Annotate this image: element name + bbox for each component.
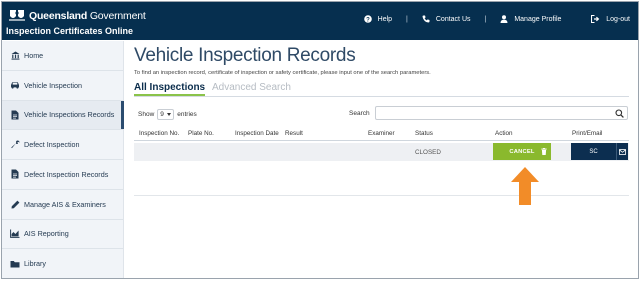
sidebar-item-library[interactable]: Library	[2, 249, 123, 278]
column-result[interactable]: Result	[285, 130, 303, 137]
sidebar-item-ais-reporting[interactable]: AIS Reporting	[2, 220, 123, 250]
cancel-button-label: CANCEL	[509, 148, 535, 155]
column-print-email: Print/Email	[572, 130, 603, 137]
phone-icon	[422, 15, 430, 23]
table-header: Inspection No. Plate No. Inspection Date…	[134, 127, 629, 141]
tab-all-inspections[interactable]: All Inspections	[134, 82, 206, 96]
sidebar-item-defect-inspection[interactable]: Defect Inspection	[2, 130, 123, 160]
column-status[interactable]: Status	[415, 130, 433, 137]
annotation-arrow-up-icon	[511, 167, 539, 205]
column-inspection-date[interactable]: Inspection Date	[235, 130, 279, 137]
search-hint: To find an inspection record, certificat…	[134, 70, 431, 76]
trash-icon	[541, 148, 547, 155]
question-circle-icon: ?	[363, 15, 372, 23]
tab-bar: All Inspections Advanced Search	[134, 81, 629, 97]
brand[interactable]: Queensland Government Inspection Certifi…	[6, 6, 156, 36]
manage-profile-link[interactable]: Manage Profile	[500, 15, 561, 23]
entries-label: entries	[177, 111, 197, 118]
top-header: Queensland Government Inspection Certifi…	[2, 2, 638, 40]
user-icon	[500, 15, 508, 23]
app-name: Inspection Certificates Online	[6, 26, 134, 36]
column-inspection-no[interactable]: Inspection No.	[139, 130, 179, 137]
contact-us-link[interactable]: Contact Us	[422, 15, 471, 23]
sidebar: Home Vehicle Inspection Vehicle Inspecti…	[2, 41, 124, 278]
column-examiner[interactable]: Examiner	[368, 130, 395, 137]
queensland-crest-icon	[9, 10, 25, 21]
bank-icon	[10, 50, 20, 60]
log-out-link[interactable]: Log-out	[591, 15, 630, 23]
government-name: Queensland Government	[29, 10, 146, 22]
table-row: CLOSED CANCEL SC	[134, 143, 629, 161]
help-link[interactable]: ? Help	[363, 15, 392, 23]
svg-text:?: ?	[366, 17, 370, 23]
caret-down-icon	[167, 113, 172, 116]
column-action: Action	[495, 130, 513, 137]
wrench-icon	[10, 140, 20, 150]
file-icon	[10, 169, 20, 179]
show-label: Show	[138, 111, 155, 118]
cancel-button[interactable]: CANCEL	[493, 143, 551, 160]
search-input[interactable]	[375, 106, 628, 120]
entries-control: Show 9 entries	[138, 109, 197, 120]
folder-icon	[10, 259, 20, 269]
safety-certificate-button[interactable]: SC	[571, 143, 628, 160]
column-plate-no[interactable]: Plate No.	[188, 130, 214, 137]
email-button[interactable]	[617, 148, 628, 155]
app-window: Queensland Government Inspection Certifi…	[1, 1, 639, 279]
search-label: Search	[349, 110, 370, 117]
tab-advanced-search[interactable]: Advanced Search	[212, 82, 291, 93]
sidebar-item-manage-ais-examiners[interactable]: Manage AIS & Examiners	[2, 190, 123, 220]
sidebar-item-home[interactable]: Home	[2, 41, 123, 71]
envelope-icon	[619, 148, 626, 155]
sidebar-item-vehicle-inspections-records[interactable]: Vehicle Inspections Records	[2, 100, 124, 131]
pencil-icon	[10, 199, 20, 209]
cell-status: CLOSED	[415, 149, 441, 156]
sidebar-item-vehicle-inspection[interactable]: Vehicle Inspection	[2, 71, 123, 101]
sidebar-item-defect-inspection-records[interactable]: Defect Inspection Records	[2, 160, 123, 190]
table-divider	[134, 195, 629, 196]
top-nav: ? Help | Contact Us | Manage Profile | L…	[363, 15, 630, 23]
chart-icon	[10, 229, 20, 239]
file-icon	[10, 110, 20, 120]
page-title: Vehicle Inspection Records	[134, 45, 356, 66]
main-content: Vehicle Inspection Records To find an in…	[125, 41, 637, 278]
entries-select[interactable]: 9	[157, 109, 175, 120]
sign-out-icon	[591, 15, 600, 23]
search-icon[interactable]	[615, 109, 624, 118]
car-icon	[10, 80, 20, 90]
nav-separator: |	[406, 15, 408, 23]
nav-separator: |	[484, 15, 487, 23]
sc-button-label: SC	[589, 148, 598, 155]
entries-value: 9	[160, 111, 164, 118]
